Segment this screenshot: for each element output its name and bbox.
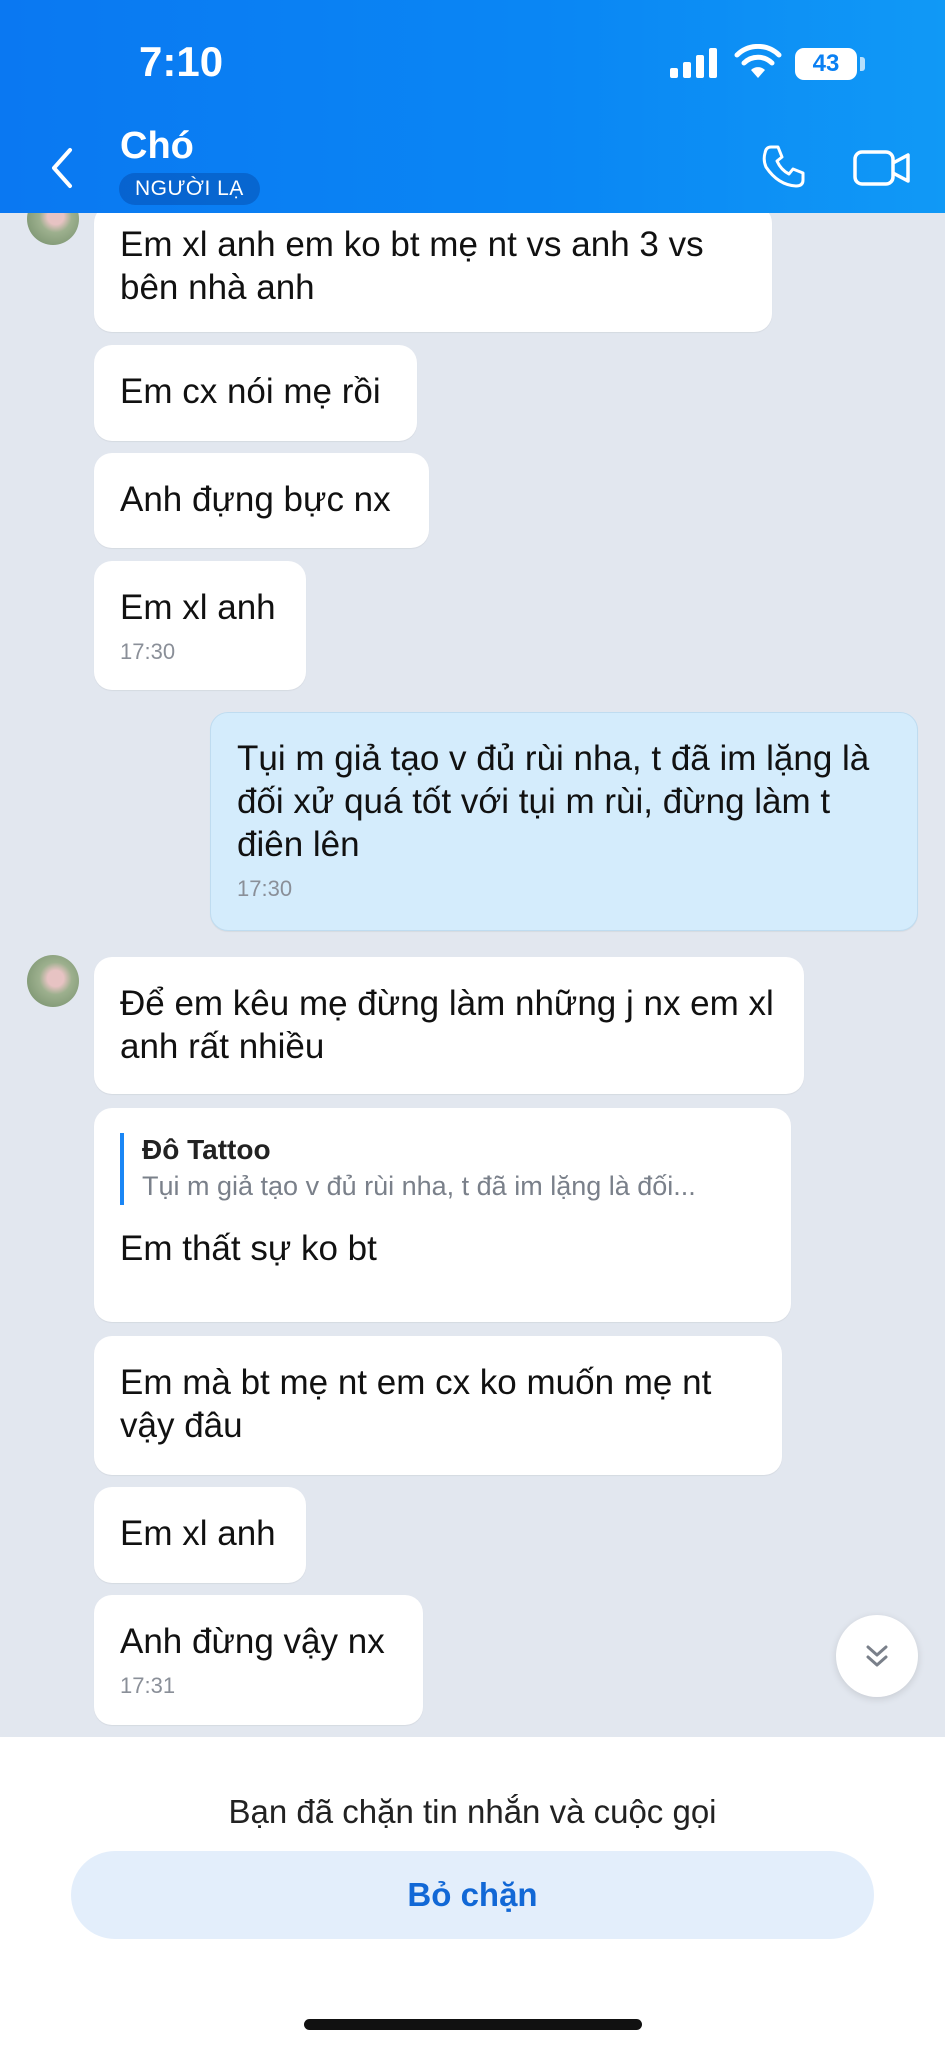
message-bubble[interactable]: Em cx nói mẹ rồi <box>94 345 417 441</box>
message-text: Để em kêu mẹ đừng làm những j nx em xl a… <box>120 984 774 1066</box>
wifi-icon <box>734 44 782 78</box>
blocked-notice: Bạn đã chặn tin nhắn và cuộc gọi <box>228 1793 717 1830</box>
message-text: Em mà bt mẹ nt em cx ko muốn mẹ nt vậy đ… <box>120 1363 712 1445</box>
video-camera-icon[interactable] <box>852 146 912 190</box>
message-time: 17:30 <box>237 876 293 901</box>
message-text: Anh đừng vậy nx <box>120 1622 385 1661</box>
message-bubble[interactable]: Em xl anh <box>94 1487 306 1583</box>
message-text: Tụi m giả tạo v đủ rùi nha, t đã im lặng… <box>237 739 870 864</box>
quoted-message[interactable]: Đô Tattoo Tụi m giả tạo v đủ rùi nha, t … <box>120 1133 765 1205</box>
message-time: 17:30 <box>120 639 176 664</box>
quote-text: Tụi m giả tạo v đủ rùi nha, t đã im lặng… <box>142 1171 696 1201</box>
chat-header: 7:10 43 Chó NGƯỜI LẠ <box>0 0 945 213</box>
message-text: Em thất sự ko bt <box>120 1229 377 1268</box>
message-text: Em cx nói mẹ rồi <box>120 372 381 411</box>
blocked-footer: Bạn đã chặn tin nhắn và cuộc gọi Bỏ chặn <box>0 1737 945 2048</box>
signal-icon <box>670 48 717 78</box>
message-text: Em xl anh em ko bt mẹ nt vs anh 3 vs bên… <box>120 225 704 307</box>
phone-icon[interactable] <box>758 142 808 192</box>
message-text: Em xl anh <box>120 1514 276 1553</box>
message-bubble[interactable]: Em xl anh 17:30 <box>94 561 306 690</box>
my-message-bubble[interactable]: Tụi m giả tạo v đủ rùi nha, t đã im lặng… <box>210 712 918 931</box>
message-text: Em xl anh <box>120 588 276 627</box>
reply-message-bubble[interactable]: Đô Tattoo Tụi m giả tạo v đủ rùi nha, t … <box>94 1108 791 1322</box>
message-bubble[interactable]: Em xl anh em ko bt mẹ nt vs anh 3 vs bên… <box>94 205 772 332</box>
home-indicator[interactable] <box>304 2019 642 2030</box>
message-text: Anh đựng bực nx <box>120 480 391 519</box>
status-time: 7:10 <box>139 38 224 85</box>
message-bubble[interactable]: Anh đừng vậy nx 17:31 <box>94 1595 423 1725</box>
quote-author: Đô Tattoo <box>142 1134 271 1165</box>
message-bubble[interactable]: Anh đựng bực nx <box>94 453 429 548</box>
double-chevron-down-icon <box>866 1645 888 1667</box>
battery-indicator: 43 <box>795 48 857 80</box>
scroll-to-bottom-button[interactable] <box>836 1615 918 1697</box>
chevron-left-icon[interactable] <box>42 138 82 198</box>
message-time: 17:31 <box>120 1673 176 1698</box>
message-bubble[interactable]: Em mà bt mẹ nt em cx ko muốn mẹ nt vậy đ… <box>94 1336 782 1475</box>
chat-title[interactable]: Chó <box>120 125 194 168</box>
message-bubble[interactable]: Để em kêu mẹ đừng làm những j nx em xl a… <box>94 957 804 1094</box>
avatar[interactable] <box>27 955 79 1007</box>
stranger-badge: NGƯỜI LẠ <box>119 173 260 205</box>
battery-tip <box>860 57 865 71</box>
unblock-button[interactable]: Bỏ chặn <box>71 1851 874 1939</box>
